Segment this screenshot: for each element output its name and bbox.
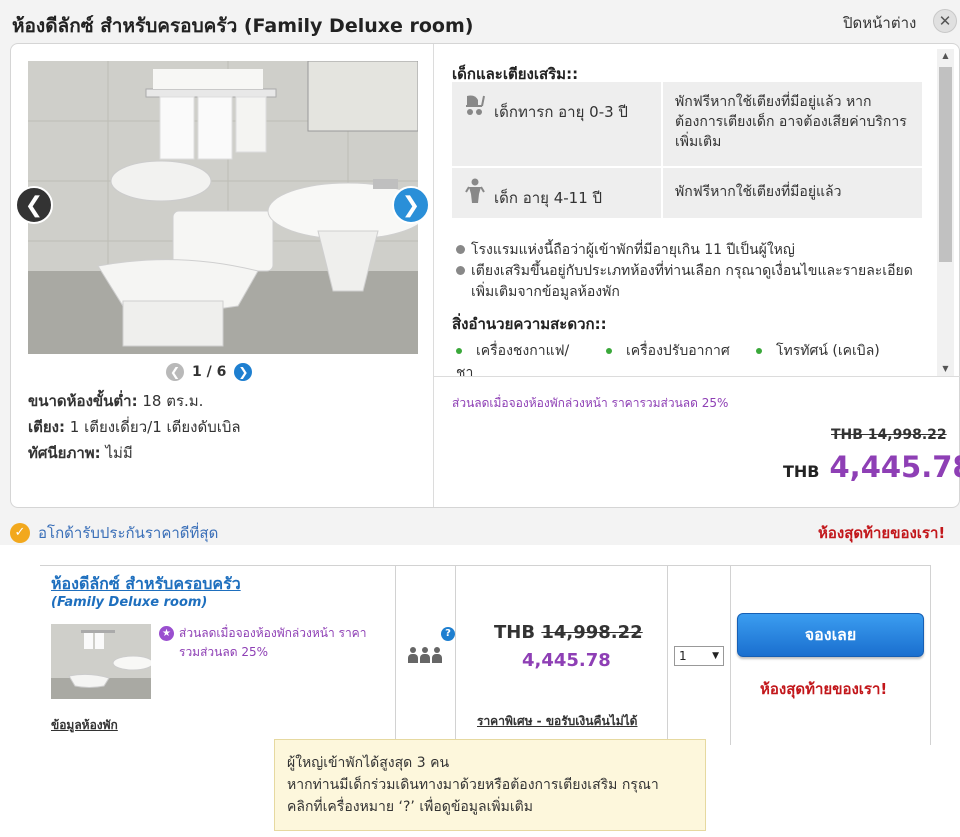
kids-age-cell: เด็ก อายุ 4-11 ปี	[452, 168, 663, 218]
person-icon	[408, 647, 418, 663]
note-text: โรงแรมแห่งนี้ถือว่าผู้เข้าพักที่มีอายุเก…	[471, 242, 795, 258]
bed-fact: เตียง: 1 เตียงเดี่ยว/1 เตียงดับเบิล	[28, 414, 241, 440]
column-divider	[455, 565, 456, 745]
occupancy-tooltip: ผู้ใหญ่เข้าพักได้สูงสุด 3 คน หากท่านมีเด…	[274, 739, 706, 831]
bullet-icon	[456, 266, 465, 275]
promo-text: ส่วนลดเมื่อจองห้องพักล่วงหน้า ราคารวมส่ว…	[452, 396, 729, 410]
bullet-icon	[606, 348, 612, 354]
child-icon	[465, 178, 485, 203]
checkmark-icon: ✓	[10, 523, 30, 543]
kids-age-cell: เด็กทารก อายุ 0-3 ปี	[452, 82, 663, 166]
price-currency: THB	[783, 462, 820, 481]
question-icon[interactable]: ?	[441, 627, 455, 641]
scroll-thumb[interactable]	[939, 67, 952, 262]
column-divider	[930, 565, 931, 745]
person-icon	[432, 647, 442, 663]
child-age-text: เด็ก อายุ 4-11 ปี	[494, 189, 603, 207]
guarantee-text: อโกด้ารับประกันราคาดีที่สุด	[38, 524, 219, 542]
column-divider	[667, 565, 668, 745]
gallery-prev-button[interactable]: ❮	[15, 186, 53, 224]
column-divider	[395, 565, 396, 745]
star-icon: ★	[159, 626, 174, 641]
note-item: โรงแรมแห่งนี้ถือว่าผู้เข้าพักที่มีอายุเก…	[456, 240, 926, 261]
discounted-price: THB 4,445.78	[783, 450, 960, 484]
view-label: ทัศนียภาพ:	[28, 444, 101, 462]
special-rate-link[interactable]: ราคาพิเศษ - ขอรับเงินคืนไม่ได้	[477, 712, 637, 731]
infant-policy-text: พักฟรีหากใช้เตียงที่มีอยู่แล้ว หากต้องกา…	[675, 94, 907, 150]
room-english-name: (Family Deluxe room)	[51, 595, 208, 610]
room-info-link[interactable]: ข้อมูลห้องพัก	[51, 716, 118, 735]
room-size-label: ขนาดห้องขั้นต่ำ:	[28, 392, 138, 410]
best-price-guarantee[interactable]: ✓ อโกด้ารับประกันราคาดีที่สุด	[10, 521, 218, 545]
modal-title: ห้องดีลักซ์ สำหรับครอบครัว (Family Delux…	[12, 15, 474, 37]
room-photo	[28, 61, 418, 354]
amenity-item: โทรทัศน์ (เคเบิล)	[756, 340, 886, 362]
bullet-icon	[456, 348, 462, 354]
person-icon	[420, 647, 430, 663]
amenities-section-title: สิ่งอำนวยความสะดวก::	[452, 315, 607, 333]
room-promo-text: ส่วนลดเมื่อจองห้องพักล่วงหน้า ราคารวมส่ว…	[179, 626, 367, 659]
room-thumbnail[interactable]	[51, 624, 151, 699]
info-scrollbar[interactable]: ▲ ▼	[937, 49, 954, 376]
amenity-item: เครื่องปรับอากาศ	[606, 340, 736, 362]
room-quantity-select[interactable]: 1 ▼	[674, 646, 724, 666]
close-icon[interactable]: ✕	[933, 9, 957, 33]
price-amount: 4,445.78	[829, 450, 960, 484]
amenity-text: เครื่องปรับอากาศ	[626, 343, 730, 359]
room-promo: ★ ส่วนลดเมื่อจองห้องพักล่วงหน้า ราคารวมส…	[159, 624, 374, 662]
max-occupancy-icon[interactable]	[408, 647, 442, 663]
amenity-item: เครื่องชงกาแฟ/ชา	[456, 340, 586, 376]
original-price: THB 14,998.22	[831, 427, 947, 443]
note-item: เตียงเสริมขึ้นอยู่กับประเภทห้องที่ท่านเล…	[456, 261, 926, 303]
pager-counter: 1 / 6	[192, 364, 227, 380]
kids-row-infant: เด็กทารก อายุ 0-3 ปี พักฟรีหากใช้เตียงที…	[452, 82, 922, 166]
kids-policy-table: เด็กทารก อายุ 0-3 ปี พักฟรีหากใช้เตียงที…	[452, 82, 922, 220]
modal-body: ❮ ❯ ❮ 1 / 6 ❯ ขนาดห้องขั้นต่ำ: 18 ตร.ม. …	[10, 43, 960, 508]
scroll-down-icon[interactable]: ▼	[937, 362, 954, 376]
amenity-text: เครื่องชงกาแฟ/ชา	[456, 343, 570, 376]
room-quantity-value: 1	[679, 649, 687, 663]
bullet-icon	[456, 245, 465, 254]
note-text: เตียงเสริมขึ้นอยู่กับประเภทห้องที่ท่านเล…	[471, 263, 913, 300]
scroll-up-icon[interactable]: ▲	[937, 49, 954, 63]
column-divider	[730, 565, 731, 745]
tooltip-line: ผู้ใหญ่เข้าพักได้สูงสุด 3 คน	[287, 755, 450, 771]
row-old-currency: THB	[494, 622, 536, 643]
bed-label: เตียง:	[28, 418, 65, 436]
row-old-amount: 14,998.22	[541, 622, 643, 643]
tooltip-line: คลิกที่เครื่องหมาย ‘?’ เพื่อดูข้อมูลเพิ่…	[287, 799, 533, 815]
kids-row-child: เด็ก อายุ 4-11 ปี พักฟรีหากใช้เตียงที่มี…	[452, 168, 922, 218]
view-value: ไม่มี	[105, 444, 133, 462]
room-facts: ขนาดห้องขั้นต่ำ: 18 ตร.ม. เตียง: 1 เตียง…	[28, 388, 241, 466]
bed-value: 1 เตียงเดี่ยว/1 เตียงดับเบิล	[69, 418, 241, 436]
row-last-room-alert: ห้องสุดท้ายของเรา!	[760, 680, 888, 698]
bullet-icon	[756, 348, 762, 354]
view-fact: ทัศนียภาพ: ไม่มี	[28, 440, 241, 466]
bathroom-photo-illustration	[28, 61, 418, 354]
row-discounted-price: 4,445.78	[522, 650, 611, 671]
kids-notes: โรงแรมแห่งนี้ถือว่าผู้เข้าพักที่มีอายุเก…	[456, 240, 926, 303]
room-details-modal: ห้องดีลักซ์ สำหรับครอบครัว (Family Delux…	[0, 0, 960, 545]
room-size-value: 18 ตร.ม.	[142, 392, 204, 410]
room-size-fact: ขนาดห้องขั้นต่ำ: 18 ตร.ม.	[28, 388, 241, 414]
price-divider	[434, 376, 960, 377]
stroller-icon	[466, 95, 485, 115]
infant-age-text: เด็กทารก อายุ 0-3 ปี	[494, 103, 628, 121]
row-original-price: THB 14,998.22	[494, 622, 643, 643]
room-info-scroll-area[interactable]: เด็กและเตียงเสริม:: เด็กทารก อายุ 0-3 ปี…	[434, 54, 937, 376]
room-thumbnail-illustration	[51, 624, 151, 699]
amenity-text: โทรทัศน์ (เคเบิล)	[776, 343, 880, 359]
dropdown-caret-icon: ▼	[712, 651, 719, 661]
child-policy-text: พักฟรีหากใช้เตียงที่มีอยู่แล้ว	[675, 184, 842, 200]
room-name-link[interactable]: ห้องดีลักซ์ สำหรับครอบครัว	[51, 572, 241, 597]
pager-prev-icon[interactable]: ❮	[166, 363, 184, 381]
gallery-next-button[interactable]: ❯	[392, 186, 430, 224]
last-room-alert: ห้องสุดท้ายของเรา!	[818, 524, 946, 542]
book-now-button[interactable]: จองเลย	[737, 613, 924, 657]
gallery-pager: ❮ 1 / 6 ❯	[166, 362, 253, 382]
close-window-label[interactable]: ปิดหน้าต่าง	[843, 11, 916, 35]
tooltip-line: หากท่านมีเด็กร่วมเดินทางมาด้วยหรือต้องกา…	[287, 777, 659, 793]
pager-next-icon[interactable]: ❯	[234, 363, 253, 381]
